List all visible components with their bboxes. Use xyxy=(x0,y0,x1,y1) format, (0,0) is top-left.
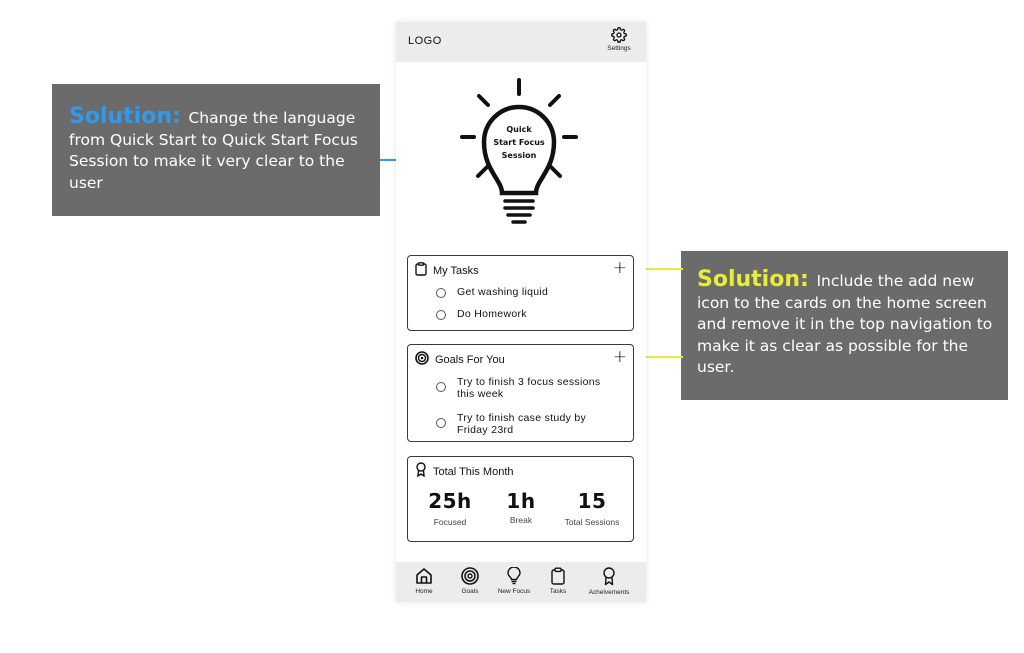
nav-label: Tasks xyxy=(549,588,567,595)
goal-label-line1: Try to finish case study by xyxy=(457,412,587,424)
goal-checkbox[interactable] xyxy=(436,382,446,392)
task-checkbox[interactable] xyxy=(436,288,446,298)
task-label: Get washing liquid xyxy=(457,286,549,298)
clipboard-icon xyxy=(415,261,427,281)
quick-start-label-line2: Start Focus xyxy=(493,138,545,147)
bottom-navigation: Home Goals New Focus Tasks Achelvements xyxy=(396,562,646,602)
goal-label-line2: this week xyxy=(457,388,504,400)
quick-start-label-line3: Session xyxy=(501,151,537,160)
stat-focused: 25h Focused xyxy=(414,489,486,527)
clipboard-icon xyxy=(544,567,572,585)
card-header: Goals For You xyxy=(415,350,505,370)
top-navigation: LOGO Settings xyxy=(396,22,646,62)
task-label: Do Homework xyxy=(457,308,527,320)
target-icon xyxy=(456,567,484,585)
stat-break: 1h Break xyxy=(485,489,557,525)
nav-label: Home xyxy=(415,588,433,595)
quick-start-focus-session-button[interactable]: Quick Start Focus Session xyxy=(454,76,584,228)
goal-item[interactable]: Try to finish case study by Friday 23rd xyxy=(436,412,586,436)
nav-achievements[interactable]: Achelvements xyxy=(582,567,636,596)
annotation-heading: Solution: xyxy=(697,267,817,292)
task-checkbox[interactable] xyxy=(436,310,446,320)
stat-caption: Break xyxy=(509,515,533,525)
gear-icon xyxy=(602,27,636,43)
nav-home[interactable]: Home xyxy=(410,567,438,595)
stat-total-sessions: 15 Total Sessions xyxy=(556,489,628,527)
stat-caption: Focused xyxy=(433,517,467,527)
settings-label: Settings xyxy=(607,45,631,52)
total-this-month-card: Total This Month 25h Focused 1h Break 15… xyxy=(407,456,634,542)
annotation-heading: Solution: xyxy=(69,104,189,129)
goals-card: Goals For You + Try to finish 3 focus se… xyxy=(407,344,634,442)
card-header: My Tasks xyxy=(415,261,479,281)
settings-button[interactable]: Settings xyxy=(602,27,636,59)
add-task-button[interactable]: + xyxy=(613,258,627,278)
logo: LOGO xyxy=(408,35,442,47)
annotation-quick-start: Solution: Change the language from Quick… xyxy=(52,84,380,216)
nav-new-focus[interactable]: New Focus xyxy=(494,567,534,595)
card-title: My Tasks xyxy=(433,265,479,277)
quick-start-label: Quick Start Focus Session xyxy=(484,123,554,162)
my-tasks-card: My Tasks + Get washing liquid Do Homewor… xyxy=(407,255,634,331)
nav-label: Achelvements xyxy=(588,589,630,596)
phone-screen: LOGO Settings Quick Start Focus Session … xyxy=(396,22,646,602)
goal-label-line1: Try to finish 3 focus sessions xyxy=(457,376,601,388)
stat-value: 25h xyxy=(428,489,472,513)
goal-checkbox[interactable] xyxy=(436,418,446,428)
nav-label: Goals xyxy=(461,588,479,595)
card-header: Total This Month xyxy=(415,462,514,482)
goal-label: Try to finish 3 focus sessions this week xyxy=(457,376,600,400)
home-icon xyxy=(410,567,438,585)
nav-tasks[interactable]: Tasks xyxy=(544,567,572,595)
award-icon xyxy=(415,462,427,482)
add-goal-button[interactable]: + xyxy=(613,347,627,367)
goal-label-line2: Friday 23rd xyxy=(457,424,514,436)
task-item[interactable]: Do Homework xyxy=(436,308,527,320)
goal-item[interactable]: Try to finish 3 focus sessions this week xyxy=(436,376,600,400)
quick-start-label-line1: Quick xyxy=(506,125,532,134)
lightbulb-icon xyxy=(494,567,534,585)
nav-goals[interactable]: Goals xyxy=(456,567,484,595)
annotation-add-icon: Solution: Include the add new icon to th… xyxy=(681,251,1008,400)
goal-label: Try to finish case study by Friday 23rd xyxy=(457,412,586,436)
stat-value: 15 xyxy=(577,489,607,513)
stat-caption: Total Sessions xyxy=(564,517,620,527)
task-item[interactable]: Get washing liquid xyxy=(436,286,548,298)
stat-value: 1h xyxy=(506,489,536,513)
target-icon xyxy=(415,350,429,370)
award-icon xyxy=(582,567,636,586)
card-title: Total This Month xyxy=(433,466,514,478)
card-title: Goals For You xyxy=(435,354,505,366)
nav-label: New Focus xyxy=(497,588,531,595)
